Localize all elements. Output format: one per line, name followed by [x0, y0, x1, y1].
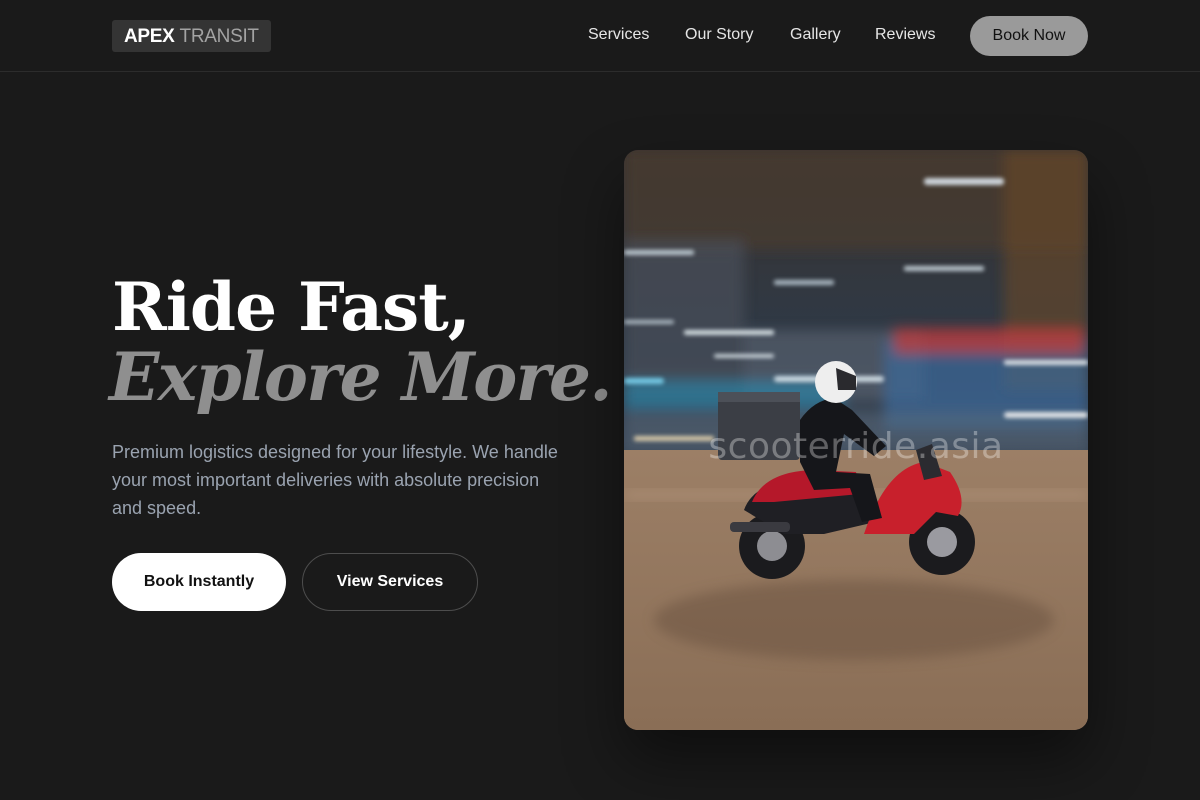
nav-link-services[interactable]: Services — [588, 25, 649, 45]
nav-link-our-story[interactable]: Our Story — [685, 25, 753, 45]
hero-photo: scooterride.asia — [624, 150, 1088, 730]
view-services-button[interactable]: View Services — [302, 553, 478, 611]
hero-title-line-1: Ride Fast, — [112, 268, 471, 346]
hero-description: Premium logistics designed for your life… — [112, 442, 558, 518]
landing-page: APEX TRANSIT Services Our Story Gallery … — [0, 0, 1200, 800]
hero-title: Ride Fast, Explore More. — [109, 268, 612, 416]
brand-logo[interactable]: APEX TRANSIT — [112, 20, 271, 52]
nav-link-reviews[interactable]: Reviews — [875, 25, 935, 45]
logo-word-apex: APEX — [124, 25, 175, 47]
book-now-button[interactable]: Book Now — [970, 16, 1088, 56]
nav-link-gallery[interactable]: Gallery — [790, 25, 841, 45]
site-header: APEX TRANSIT Services Our Story Gallery … — [0, 0, 1200, 72]
hero-title-line-2: Explore More. — [109, 338, 612, 416]
book-instantly-button[interactable]: Book Instantly — [112, 553, 286, 611]
image-watermark: scooterride.asia — [708, 426, 1004, 467]
logo-word-transit: TRANSIT — [179, 25, 259, 47]
